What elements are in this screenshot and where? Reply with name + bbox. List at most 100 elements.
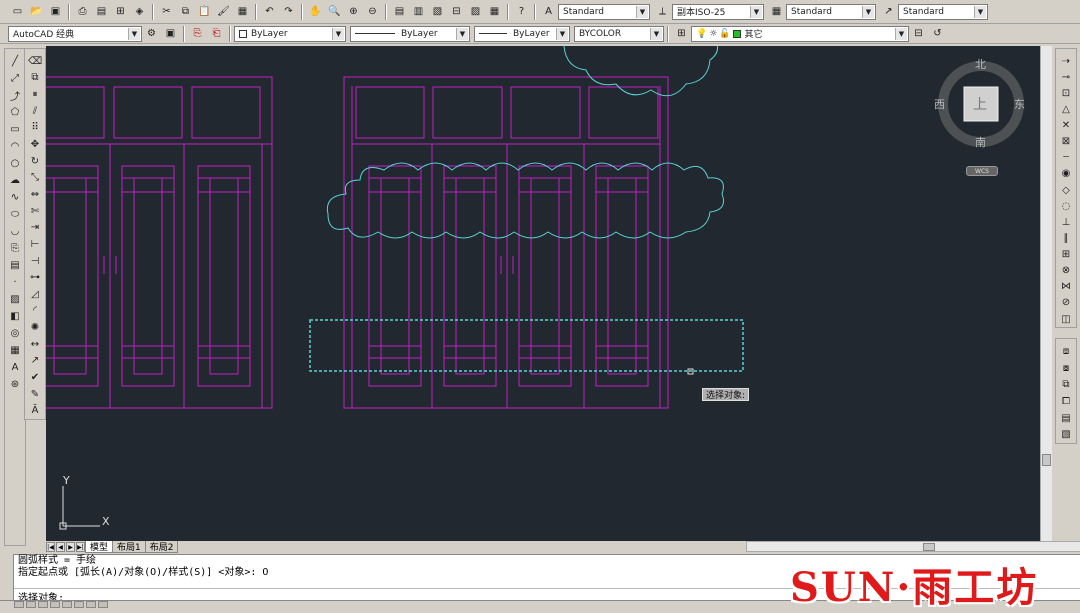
point-icon[interactable]: · [7,275,23,291]
new-file-icon[interactable]: ▭ [9,3,26,20]
gradient-icon[interactable]: ◧ [7,309,23,325]
multileader-style-select[interactable]: Standard ▼ [898,3,988,20]
explode-icon[interactable]: ✺ [27,320,43,336]
ortho-toggle[interactable] [38,601,48,608]
publish-icon[interactable]: ⊞ [112,3,129,20]
snap-intersection-icon[interactable]: ✕ [1058,118,1074,133]
snap-node-icon[interactable]: ⊗ [1058,263,1074,278]
hatch-icon[interactable]: ▨ [7,292,23,308]
snap-mode-toggle[interactable] [14,601,24,608]
open-file-icon[interactable]: 📂 [28,3,45,20]
layer-properties-icon[interactable]: ⊞ [673,25,690,42]
text-style-select[interactable]: Standard ▼ [558,3,650,20]
wcs-menu[interactable]: WCS [966,166,998,176]
print-preview-icon[interactable]: ▤ [93,3,110,20]
snap-none-icon[interactable]: ⊘ [1058,295,1074,310]
plotstyle-select[interactable]: BYCOLOR ▼ [574,25,664,42]
lineweight-select[interactable]: ByLayer ▼ [474,25,570,42]
layer-select[interactable]: 💡 ☼ 🔓 其它 ▼ [691,25,909,42]
make-block-icon[interactable]: ▤ [7,258,23,274]
stretch-icon[interactable]: ⇔ [27,187,43,203]
ellipse-arc-icon[interactable]: ◡ [7,224,23,240]
snap-perpendicular-icon[interactable]: ⊥ [1058,215,1074,230]
pdf-export-icon[interactable]: ⎗ [208,25,225,42]
next-tab-icon[interactable]: ▶ [66,542,75,552]
hatch-back-icon[interactable]: ▧ [1058,427,1074,443]
erase-icon[interactable]: ⌫ [27,54,43,70]
extend-icon[interactable]: ⇥ [27,220,43,236]
polygon-icon[interactable]: ⬠ [7,105,23,121]
mirror-icon[interactable]: ⏸ [27,87,43,103]
vertical-scroll-thumb[interactable] [1042,454,1051,466]
match-properties-icon[interactable]: 🖌 [215,3,232,20]
horizontal-scroll-thumb[interactable] [923,543,935,551]
prev-tab-icon[interactable]: ◀ [56,542,65,552]
dim-style-select[interactable]: 副本ISO-25 ▼ [672,3,764,20]
tool-palettes-icon[interactable]: ▧ [429,3,446,20]
send-under-icon[interactable]: ⧠ [1058,394,1074,410]
arc-icon[interactable]: ◠ [7,139,23,155]
tab-model[interactable]: 模型 [85,541,114,553]
help-icon[interactable]: ? [513,3,530,20]
paste-icon[interactable]: 📋 [196,3,213,20]
design-center-icon[interactable]: ▥ [410,3,427,20]
save-icon[interactable]: ▣ [47,3,64,20]
scale-icon[interactable]: ⤡ [27,170,43,186]
chamfer-icon[interactable]: ◿ [27,286,43,302]
table-style-select[interactable]: Standard ▼ [786,3,876,20]
snap-settings-icon[interactable]: ◫ [1058,312,1074,327]
osnap-toggle[interactable] [62,601,72,608]
grid-toggle[interactable] [26,601,36,608]
break-at-point-icon[interactable]: ⊢ [27,237,43,253]
rotate-icon[interactable]: ↻ [27,153,43,169]
polyline-icon[interactable]: ⤴ [7,88,23,104]
join-icon[interactable]: ⊶ [27,270,43,286]
print-icon[interactable]: ⎙ [74,3,91,20]
vertical-scrollbar[interactable] [1040,46,1052,542]
spline-icon[interactable]: ∿ [7,190,23,206]
viewcube-face-top[interactable]: 上 [973,94,987,114]
compass-west[interactable]: 西 [934,96,945,112]
snap-center-icon[interactable]: ◉ [1058,166,1074,181]
calculator-icon[interactable]: ▦ [486,3,503,20]
leader-icon[interactable]: ↗ [27,353,43,369]
send-back-icon[interactable]: ⧇ [1058,360,1074,376]
markup-icon[interactable]: ▨ [467,3,484,20]
tab-layout1[interactable]: 布局1 [112,541,146,553]
text-icon[interactable]: Ā [27,403,43,419]
viewcube[interactable]: 北 南 东 西 上 [934,56,1034,176]
snap-tangent-icon[interactable]: ◌ [1058,199,1074,214]
pan-icon[interactable]: ✋ [307,3,324,20]
command-window-grip[interactable] [4,554,14,600]
break-icon[interactable]: ⊣ [27,253,43,269]
zoom-realtime-icon[interactable]: 🔍 [326,3,343,20]
copy-icon[interactable]: ⧉ [177,3,194,20]
snap-quadrant-icon[interactable]: ◇ [1058,183,1074,198]
move-icon[interactable]: ✥ [27,137,43,153]
text-front-icon[interactable]: ▤ [1058,410,1074,426]
circle-icon[interactable]: ○ [7,156,23,172]
snap-parallel-icon[interactable]: ∥ [1058,231,1074,246]
workspace-select[interactable]: AutoCAD 经典 ▼ [8,25,142,42]
last-tab-icon[interactable]: ▶| [76,542,85,552]
check-icon[interactable]: ✔ [27,370,43,386]
polar-toggle[interactable] [50,601,60,608]
compass-east[interactable]: 东 [1014,96,1025,112]
first-tab-icon[interactable]: |◀ [46,542,55,552]
zoom-window-icon[interactable]: ⊕ [345,3,362,20]
revcloud-icon[interactable]: ☁ [7,173,23,189]
drawing-canvas[interactable]: Y X [46,46,1050,542]
table-icon[interactable]: ▦ [7,343,23,359]
snap-midpoint-icon[interactable]: △ [1058,102,1074,117]
trim-icon[interactable]: ✄ [27,203,43,219]
copy-object-icon[interactable]: ⧉ [27,70,43,86]
layer-manager-icon[interactable]: ▣ [162,25,179,42]
block-editor-icon[interactable]: ▦ [234,3,251,20]
snap-endpoint-icon[interactable]: ⊡ [1058,86,1074,101]
lineweight-toggle[interactable] [98,601,108,608]
temp-track-icon[interactable]: ⇢ [1058,54,1074,69]
add-selected-icon[interactable]: ⊛ [7,377,23,393]
color-select[interactable]: ByLayer ▼ [234,25,346,42]
zoom-previous-icon[interactable]: ⊖ [364,3,381,20]
linetype-select[interactable]: ByLayer ▼ [350,25,470,42]
